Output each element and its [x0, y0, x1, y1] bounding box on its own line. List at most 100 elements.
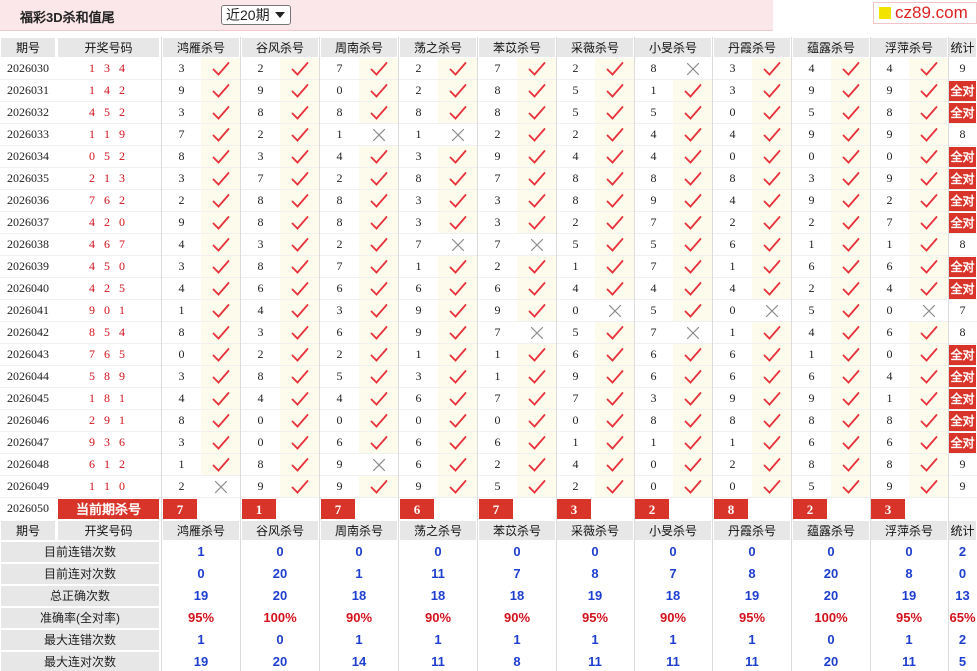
correct-count-cell: 8 [959, 127, 966, 141]
check-mark-icon [528, 150, 545, 164]
stat-value: 19 [744, 588, 760, 603]
kill-number-cell: 8 [808, 457, 815, 471]
check-mark-icon [842, 370, 859, 384]
period-cell: 2026049 [7, 479, 49, 493]
check-mark-icon [606, 106, 623, 120]
kill-number-cell: 1 [415, 259, 422, 273]
result-correct [831, 102, 870, 124]
stat-total: 2 [958, 632, 967, 647]
check-mark-icon [606, 282, 623, 296]
check-mark-icon [370, 392, 387, 406]
result-correct [517, 300, 556, 322]
check-mark-icon [370, 414, 387, 428]
result-correct [280, 410, 319, 432]
column-divider [240, 37, 241, 671]
result-correct [831, 190, 870, 212]
draw-number-cell: 1 3 4 [89, 61, 128, 75]
result-correct [280, 124, 319, 146]
result-correct [359, 256, 398, 278]
result-correct [909, 190, 948, 212]
result-correct [909, 124, 948, 146]
stat-value: 8 [748, 566, 756, 581]
check-mark-icon [528, 392, 545, 406]
kill-number-cell: 6 [808, 369, 815, 383]
check-mark-icon [291, 436, 308, 450]
kill-number-cell: 8 [572, 171, 579, 185]
kill-number-cell: 1 [729, 259, 736, 273]
footer-header-expert-10: 浮萍杀号 [870, 520, 948, 541]
check-mark-icon [763, 326, 780, 340]
correct-count-cell: 9 [959, 61, 966, 75]
kill-number-cell: 8 [257, 259, 264, 273]
result-correct [752, 322, 791, 344]
kill-number-cell: 0 [729, 105, 736, 119]
result-correct [595, 124, 634, 146]
result-wrong [438, 234, 477, 256]
stat-value: 14 [351, 654, 367, 669]
result-correct [909, 388, 948, 410]
cross-icon [214, 480, 227, 494]
result-correct [201, 146, 240, 168]
stat-value: 0 [748, 544, 756, 559]
stat-value: 90% [503, 610, 531, 625]
kill-number-cell: 3 [257, 325, 264, 339]
result-correct [517, 168, 556, 190]
kill-number-cell: 3 [415, 193, 422, 207]
check-mark-icon [606, 62, 623, 76]
kill-number-cell: 9 [808, 193, 815, 207]
check-mark-icon [212, 84, 229, 98]
result-correct [280, 344, 319, 366]
current-kill-number: 3 [870, 498, 906, 520]
stat-value: 11 [745, 654, 759, 669]
header-stats: 统计 [948, 37, 977, 58]
period-cell: 2026034 [7, 149, 49, 163]
check-mark-icon [212, 458, 229, 472]
result-wrong [673, 58, 712, 80]
check-mark-icon [212, 238, 229, 252]
kill-number-cell: 4 [572, 457, 579, 471]
check-mark-icon [291, 194, 308, 208]
current-period-cell: 2026050 [7, 501, 49, 515]
result-correct [909, 278, 948, 300]
stat-value: 1 [434, 632, 442, 647]
check-mark-icon [212, 414, 229, 428]
kill-number-cell: 9 [886, 479, 893, 493]
kill-number-cell: 9 [572, 369, 579, 383]
kill-number-cell: 4 [808, 325, 815, 339]
result-correct [752, 366, 791, 388]
stat-value: 1 [591, 632, 599, 647]
result-correct [359, 476, 398, 498]
result-correct [438, 366, 477, 388]
stat-value: 0 [669, 544, 677, 559]
stat-value: 90% [424, 610, 452, 625]
kill-number-cell: 2 [257, 347, 264, 361]
kill-number-cell: 5 [336, 369, 343, 383]
check-mark-icon [291, 282, 308, 296]
period-range-select[interactable]: 近20期 [221, 5, 291, 25]
kill-number-cell: 9 [178, 83, 185, 97]
stat-value: 18 [509, 588, 525, 603]
kill-number-cell: 0 [257, 413, 264, 427]
stat-value: 20 [272, 588, 288, 603]
result-correct [752, 58, 791, 80]
result-wrong [752, 300, 791, 322]
current-kill-number: 1 [241, 498, 277, 520]
check-mark-icon [920, 172, 937, 186]
footer-header-expert-9: 蕴露杀号 [792, 520, 870, 541]
check-mark-icon [842, 414, 859, 428]
site-logo[interactable]: cz89.com [873, 2, 977, 24]
kill-number-cell: 1 [178, 457, 185, 471]
kill-number-cell: 7 [336, 61, 343, 75]
result-correct [517, 102, 556, 124]
check-mark-icon [212, 392, 229, 406]
result-wrong [359, 124, 398, 146]
check-mark-icon [212, 216, 229, 230]
kill-number-cell: 2 [494, 457, 501, 471]
stat-total: 0 [958, 566, 967, 581]
current-kill-number: 3 [556, 498, 592, 520]
check-mark-icon [449, 84, 466, 98]
check-mark-icon [842, 260, 859, 274]
check-mark-icon [528, 172, 545, 186]
kill-number-cell: 0 [729, 479, 736, 493]
stat-value: 11 [431, 566, 445, 581]
